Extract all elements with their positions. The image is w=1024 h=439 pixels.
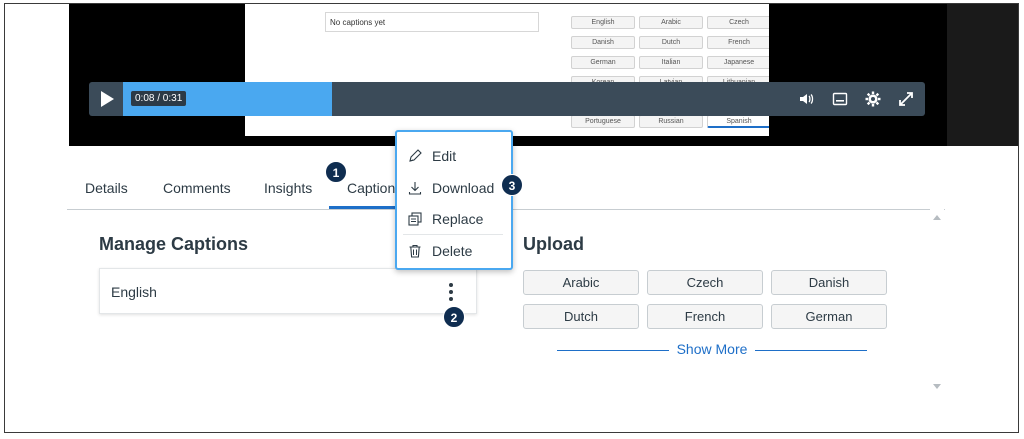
menu-item-label: Delete bbox=[432, 243, 473, 259]
video-lang-japanese: Japanese bbox=[707, 56, 769, 69]
upload-danish-button[interactable]: Danish bbox=[771, 270, 887, 295]
show-more-label: Show More bbox=[676, 341, 748, 357]
manage-captions-heading: Manage Captions bbox=[99, 234, 249, 254]
menu-item-label: Replace bbox=[432, 211, 484, 227]
divider-line bbox=[557, 350, 669, 351]
video-lang-english: English bbox=[571, 16, 635, 29]
page-margin bbox=[5, 4, 69, 146]
scroll-down-icon[interactable] bbox=[933, 384, 941, 389]
caption-actions-menu: Edit Download Replace Delete bbox=[395, 130, 513, 270]
download-icon bbox=[407, 180, 423, 196]
video-lang-spanish: Spanish bbox=[707, 115, 769, 128]
volume-icon[interactable] bbox=[798, 91, 814, 107]
menu-item-delete[interactable]: Delete bbox=[397, 235, 511, 265]
caption-language-label: English bbox=[111, 284, 157, 300]
upload-german-button[interactable]: German bbox=[771, 304, 887, 329]
upload-czech-button[interactable]: Czech bbox=[647, 270, 763, 295]
step-badge-3: 3 bbox=[501, 174, 523, 196]
time-readout: 0:08 / 0:31 bbox=[131, 91, 187, 106]
active-tab-indicator bbox=[329, 206, 399, 209]
video-lang-italian: Italian bbox=[639, 56, 703, 69]
video-lang-german: German bbox=[571, 56, 635, 69]
tab-insights[interactable]: Insights bbox=[264, 180, 312, 196]
settings-gear-icon[interactable] bbox=[865, 91, 881, 107]
step-badge-2: 2 bbox=[443, 306, 465, 328]
upload-dutch-button[interactable]: Dutch bbox=[523, 304, 639, 329]
pencil-icon bbox=[407, 148, 423, 164]
upload-arabic-button[interactable]: Arabic bbox=[523, 270, 639, 295]
tab-details[interactable]: Details bbox=[85, 180, 128, 196]
screenshot-frame: No captions yet English Arabic Czech Dan… bbox=[4, 3, 1019, 433]
video-lang-portuguese: Portuguese bbox=[571, 115, 635, 128]
scroll-up-icon[interactable] bbox=[933, 215, 941, 220]
video-player[interactable]: No captions yet English Arabic Czech Dan… bbox=[69, 4, 947, 146]
video-lang-french: French bbox=[707, 36, 769, 49]
scrollbar[interactable] bbox=[930, 209, 944, 395]
show-more-button[interactable]: Show More bbox=[557, 341, 867, 361]
video-frame: No captions yet English Arabic Czech Dan… bbox=[245, 4, 769, 136]
menu-item-label: Edit bbox=[432, 148, 457, 164]
fullscreen-icon[interactable] bbox=[898, 91, 914, 107]
trash-icon bbox=[407, 243, 423, 259]
video-lang-danish: Danish bbox=[571, 36, 635, 49]
video-controls: 0:08 / 0:31 bbox=[89, 82, 925, 116]
captions-icon[interactable] bbox=[832, 91, 848, 107]
video-lang-dutch: Dutch bbox=[639, 36, 703, 49]
play-icon[interactable] bbox=[95, 89, 117, 109]
kebab-menu-icon[interactable] bbox=[446, 281, 456, 303]
divider-line bbox=[755, 350, 867, 351]
step-badge-1: 1 bbox=[325, 161, 347, 183]
replace-icon bbox=[407, 211, 423, 227]
menu-item-download[interactable]: Download bbox=[397, 172, 511, 202]
video-lang-arabic: Arabic bbox=[639, 16, 703, 29]
tab-comments[interactable]: Comments bbox=[163, 180, 231, 196]
tab-captions[interactable]: Captions bbox=[347, 180, 402, 196]
menu-item-edit[interactable]: Edit bbox=[397, 140, 511, 170]
upload-french-button[interactable]: French bbox=[647, 304, 763, 329]
video-lang-czech: Czech bbox=[707, 16, 769, 29]
upload-heading: Upload bbox=[523, 234, 584, 254]
video-caption-box: No captions yet bbox=[325, 12, 539, 32]
menu-item-replace[interactable]: Replace bbox=[397, 203, 511, 233]
video-side-panel bbox=[947, 4, 1018, 146]
menu-item-label: Download bbox=[432, 180, 495, 196]
video-lang-russian: Russian bbox=[639, 115, 703, 128]
caption-list-item: English bbox=[99, 268, 477, 314]
